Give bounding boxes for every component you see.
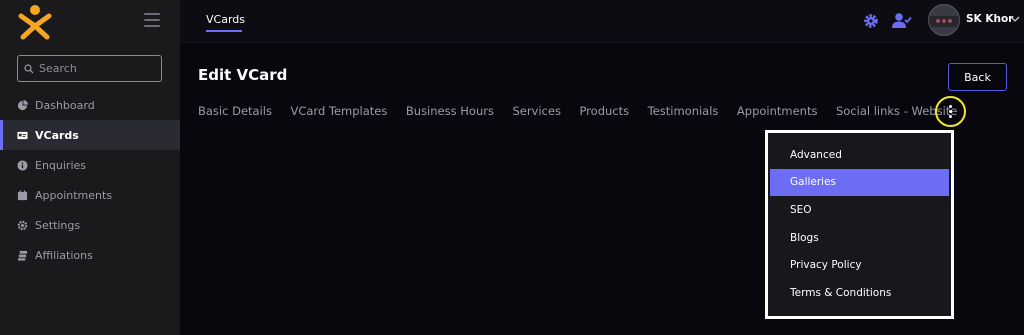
tab-appointments[interactable]: Appointments <box>737 104 818 118</box>
search-input[interactable] <box>39 62 149 75</box>
vcard-tabs: Basic Details VCard Templates Business H… <box>198 104 976 118</box>
sidebar-item-vcards[interactable]: VCards <box>0 120 180 150</box>
menu-toggle-icon[interactable] <box>144 13 160 27</box>
sidebar-item-label: Enquiries <box>35 158 87 172</box>
sidebar-nav: Dashboard VCards Enquiries Appointments … <box>0 90 180 270</box>
sidebar-item-dashboard[interactable]: Dashboard <box>0 90 180 120</box>
tab-business-hours[interactable]: Business Hours <box>406 104 494 118</box>
settings-gear-icon[interactable] <box>863 13 879 29</box>
layers-icon <box>17 250 28 261</box>
info-icon <box>17 159 28 171</box>
search-icon <box>24 63 34 73</box>
sidebar-item-label: Settings <box>35 218 81 232</box>
user-check-icon[interactable] <box>892 12 912 29</box>
sidebar-item-label: Dashboard <box>35 98 95 112</box>
more-tabs-dropdown: Advanced Galleries SEO Blogs Privacy Pol… <box>765 130 954 319</box>
search-box[interactable] <box>17 55 162 82</box>
dropdown-menu: Advanced Galleries SEO Blogs Privacy Pol… <box>768 133 951 316</box>
menu-item-galleries[interactable]: Galleries <box>770 168 949 197</box>
page-title: Edit VCard <box>198 66 288 84</box>
user-name[interactable]: SK Khor <box>966 13 1013 25</box>
sidebar-item-label: Appointments <box>35 188 113 202</box>
tab-basic-details[interactable]: Basic Details <box>198 104 272 118</box>
tab-services[interactable]: Services <box>512 104 561 118</box>
menu-item-blogs[interactable]: Blogs <box>768 224 951 252</box>
sidebar-item-settings[interactable]: Settings <box>0 210 180 240</box>
menu-item-seo[interactable]: SEO <box>768 196 951 224</box>
menu-item-privacy-policy[interactable]: Privacy Policy <box>768 251 951 279</box>
top-bar: VCards SK Khor <box>180 0 1024 43</box>
sidebar-item-label: Affiliations <box>35 248 93 262</box>
sidebar-item-appointments[interactable]: Appointments <box>0 180 180 210</box>
menu-item-advanced[interactable]: Advanced <box>768 141 951 169</box>
sidebar-item-label: VCards <box>35 128 79 142</box>
sidebar: Dashboard VCards Enquiries <box>0 0 180 335</box>
back-button[interactable]: Back <box>948 63 1007 91</box>
app-logo-icon[interactable] <box>17 4 53 40</box>
tab-products[interactable]: Products <box>579 104 629 118</box>
sidebar-item-affiliations[interactable]: Affiliations <box>0 240 180 270</box>
avatar[interactable] <box>928 4 960 36</box>
chevron-down-icon[interactable] <box>1010 15 1020 23</box>
gear-icon <box>17 220 28 230</box>
more-tabs-button[interactable] <box>935 96 966 127</box>
pie-chart-icon <box>17 99 28 110</box>
sidebar-item-enquiries[interactable]: Enquiries <box>0 150 180 180</box>
tab-vcards[interactable]: VCards <box>206 13 245 26</box>
tab-testimonials[interactable]: Testimonials <box>648 104 719 118</box>
menu-item-terms-conditions[interactable]: Terms & Conditions <box>768 279 951 307</box>
calendar-icon <box>17 189 28 200</box>
id-card-icon <box>17 131 28 139</box>
vertical-dots-icon <box>949 104 952 119</box>
active-tab-indicator <box>206 30 242 32</box>
tab-vcard-templates[interactable]: VCard Templates <box>290 104 387 118</box>
